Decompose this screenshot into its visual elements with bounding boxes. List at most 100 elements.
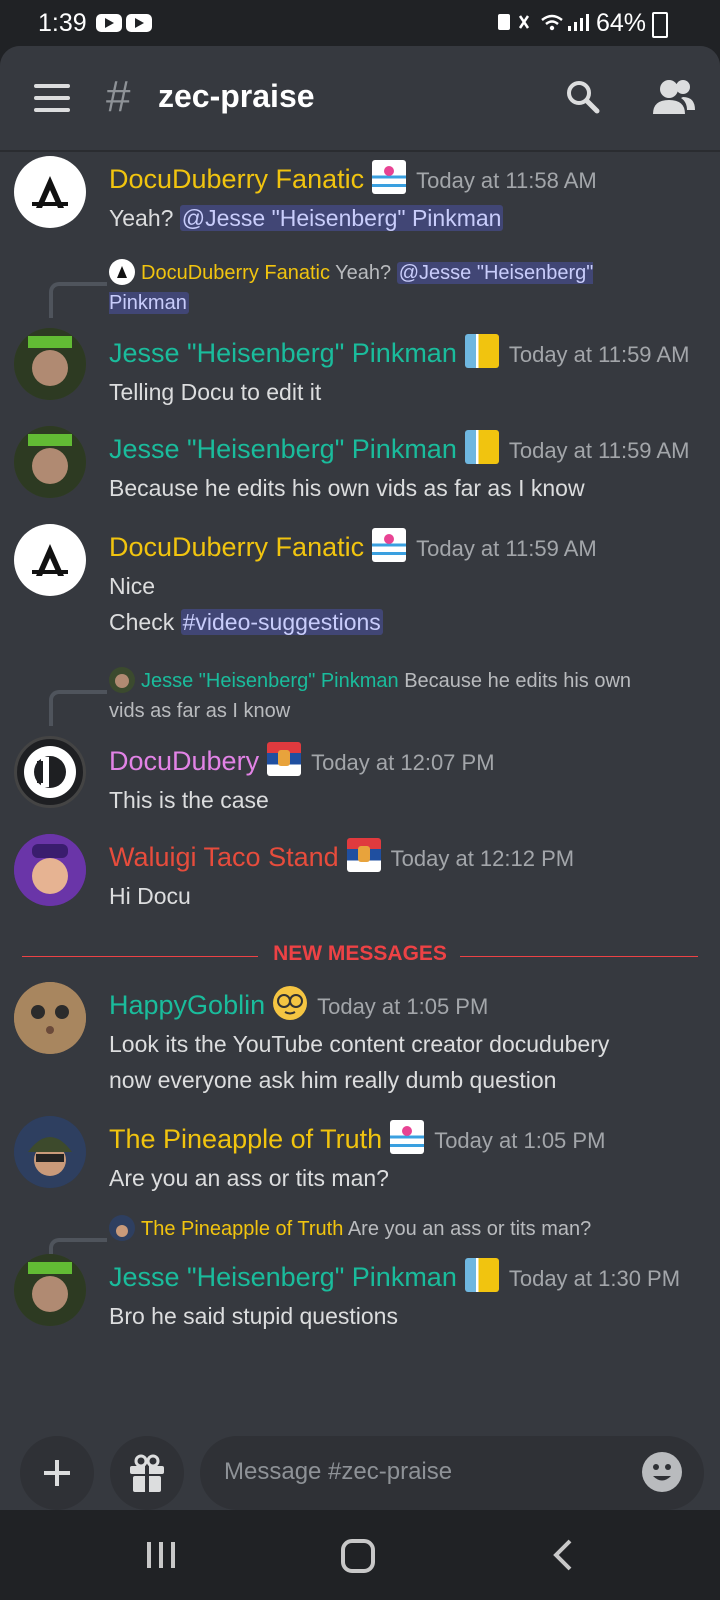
timestamp: Today at 12:12 PM — [390, 846, 575, 871]
message-line: Because he edits his own vids as far as … — [109, 475, 585, 501]
message-content: Nice — [109, 568, 155, 604]
back-icon[interactable] — [550, 1538, 576, 1572]
reply-text: Are you an ass or tits man? — [347, 1218, 592, 1240]
signal-wifi-icon — [498, 14, 589, 31]
flag-icon — [464, 334, 499, 368]
members-icon[interactable] — [652, 78, 696, 118]
discord-app: # zec-praise DocuDuberry Fanatic Today at… — [0, 46, 720, 1510]
message-line: Yeah? — [109, 205, 174, 231]
reply-connector — [49, 282, 107, 318]
timestamp: Today at 11:59 AM — [508, 438, 690, 463]
plus-button[interactable] — [20, 1436, 94, 1510]
message-content: Check #video-suggestions — [109, 604, 383, 640]
message-line: Are you an ass or tits man? — [109, 1165, 389, 1191]
message-line: Check — [109, 609, 175, 635]
avatar[interactable] — [14, 1254, 86, 1326]
channel-hash-icon: # — [106, 72, 131, 121]
new-messages-divider: NEW MESSAGES — [22, 942, 698, 972]
recents-icon[interactable] — [144, 1538, 178, 1572]
message-content: Telling Docu to edit it — [109, 374, 321, 410]
timestamp: Today at 12:07 PM — [311, 750, 495, 775]
avatar[interactable] — [14, 982, 86, 1054]
author-name[interactable]: The Pineapple of Truth — [109, 1124, 382, 1154]
author-name[interactable]: Jesse "Heisenberg" Pinkman — [109, 434, 457, 464]
message-content: Look its the YouTube content creator doc… — [109, 1026, 609, 1062]
author-name[interactable]: Waluigi Taco Stand — [109, 842, 339, 872]
reply-author: The Pineapple of Truth — [141, 1218, 344, 1240]
search-icon[interactable] — [566, 80, 600, 114]
message-line: now everyone ask him really dumb questio… — [109, 1067, 557, 1093]
reply-connector — [49, 690, 107, 726]
timestamp: Today at 11:59 AM — [508, 342, 690, 367]
message-content: This is the case — [109, 782, 269, 818]
youtube-notification-icon — [126, 14, 152, 32]
reply-preview[interactable]: The Pineapple of Truth Are you an ass or… — [109, 1214, 669, 1244]
android-nav-bar — [0, 1510, 720, 1600]
reply-avatar — [109, 259, 135, 285]
timestamp: Today at 1:05 PM — [434, 1128, 606, 1153]
message-content: Hi Docu — [109, 878, 191, 914]
divider-label: NEW MESSAGES — [273, 942, 447, 965]
message-line: This is the case — [109, 787, 269, 813]
avatar[interactable] — [14, 426, 86, 498]
author-name[interactable]: DocuDuberry Fanatic — [109, 532, 364, 562]
channel-header: # zec-praise — [0, 46, 720, 152]
message-content: Bro he said stupid questions — [109, 1298, 398, 1334]
timestamp: Today at 1:05 PM — [317, 994, 489, 1019]
message-content: Because he edits his own vids as far as … — [109, 470, 585, 506]
youtube-notification-icon — [96, 14, 122, 32]
avatar[interactable] — [14, 328, 86, 400]
flag-icon — [464, 1258, 499, 1292]
author-name[interactable]: Jesse "Heisenberg" Pinkman — [109, 338, 457, 368]
reply-avatar — [109, 667, 135, 693]
nerd-emoji-icon — [273, 986, 308, 1020]
message-line: Look its the YouTube content creator doc… — [109, 1031, 610, 1057]
menu-icon[interactable] — [34, 84, 70, 112]
message-composer: Message #zec-praise — [0, 1400, 720, 1510]
battery-percent: 64% — [595, 9, 646, 37]
plus-icon — [44, 1460, 70, 1486]
message-input[interactable]: Message #zec-praise — [200, 1436, 704, 1510]
emoji-icon[interactable] — [642, 1452, 682, 1492]
user-mention[interactable]: @Jesse "Heisenberg" Pinkman — [179, 205, 504, 231]
status-bar: 1:39 64% — [0, 0, 720, 46]
status-time: 1:39 — [38, 9, 87, 37]
home-icon[interactable] — [340, 1538, 376, 1574]
author-name[interactable]: HappyGoblin — [109, 990, 265, 1020]
reply-author: Jesse "Heisenberg" Pinkman — [141, 670, 399, 692]
message-content: Yeah? @Jesse "Heisenberg" Pinkman — [109, 200, 504, 236]
avatar[interactable] — [14, 736, 86, 808]
reply-text: Yeah? — [335, 262, 392, 284]
message-line: Telling Docu to edit it — [109, 379, 322, 405]
gift-icon — [130, 1454, 164, 1492]
flag-icon — [267, 742, 302, 776]
battery-icon — [652, 12, 668, 38]
timestamp: Today at 1:30 PM — [508, 1266, 681, 1291]
channel-mention[interactable]: #video-suggestions — [180, 609, 383, 635]
author-name[interactable]: Jesse "Heisenberg" Pinkman — [109, 1262, 457, 1292]
avatar[interactable] — [14, 1116, 86, 1188]
avatar[interactable] — [14, 156, 86, 228]
message-placeholder: Message #zec-praise — [224, 1458, 453, 1485]
reply-avatar — [109, 1215, 135, 1241]
avatar[interactable] — [14, 524, 86, 596]
gift-button[interactable] — [110, 1436, 184, 1510]
reply-preview[interactable]: Jesse "Heisenberg" Pinkman Because he ed… — [109, 666, 669, 726]
flag-icon — [346, 838, 381, 872]
message-content: Are you an ass or tits man? — [109, 1160, 389, 1196]
message-line: Nice — [109, 573, 156, 599]
timestamp: Today at 11:58 AM — [416, 168, 597, 193]
author-name[interactable]: DocuDuberry Fanatic — [109, 164, 364, 194]
flag-icon — [390, 1120, 425, 1154]
system-icons — [498, 10, 594, 40]
flag-icon — [372, 528, 407, 562]
avatar[interactable] — [14, 834, 86, 906]
message-list[interactable]: DocuDuberry Fanatic Today at 11:58 AM Yea… — [0, 150, 720, 1400]
reply-preview[interactable]: DocuDuberry Fanatic Yeah? @Jesse "Heisen… — [109, 258, 669, 318]
message-line: Bro he said stupid questions — [109, 1303, 398, 1329]
message-line: Hi Docu — [109, 883, 191, 909]
flag-icon — [372, 160, 407, 194]
channel-name: zec-praise — [158, 78, 315, 114]
author-name[interactable]: DocuDubery — [109, 746, 259, 776]
timestamp: Today at 11:59 AM — [416, 536, 597, 561]
